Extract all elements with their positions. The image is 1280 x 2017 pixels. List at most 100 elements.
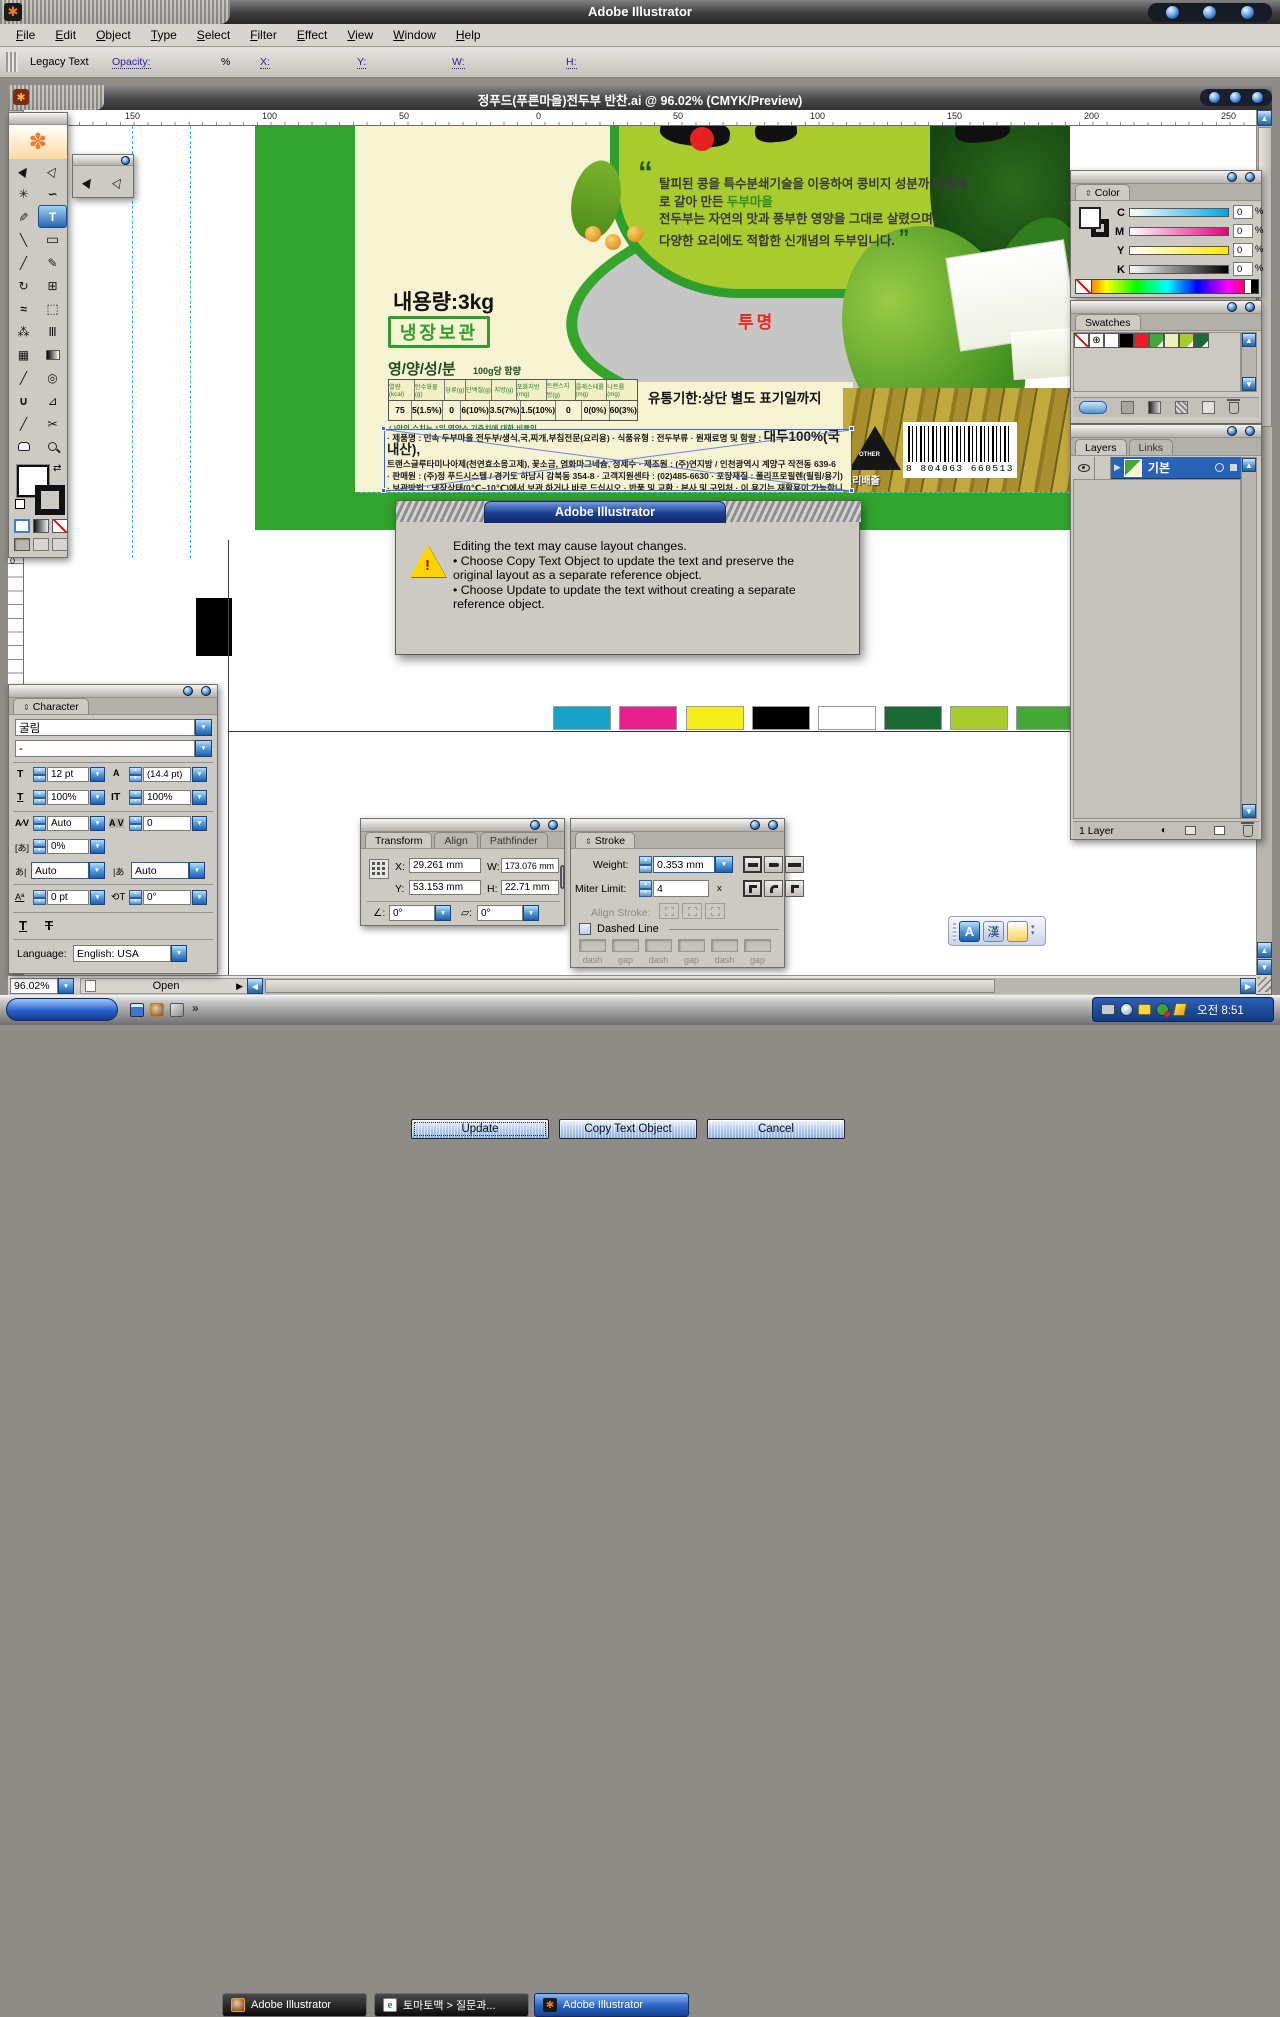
color-chip-yellow[interactable] [686,706,744,730]
proportional-spacing-input[interactable]: 0% [47,839,89,854]
tray-printer-icon[interactable] [1101,1004,1115,1015]
quicklaunch-more-icon[interactable]: » [192,1001,199,1015]
tsume-right-dropdown[interactable] [189,862,205,879]
doc-maximize-button[interactable] [1229,91,1242,104]
paintbrush-tool-icon[interactable] [9,251,38,274]
font-size-input[interactable]: 12 pt [47,767,89,782]
character-rotation-input[interactable]: 0° [143,890,191,905]
horizontal-scale-stepper[interactable] [129,790,142,805]
ime-options-icon[interactable]: ▾▾ [1031,925,1035,937]
fullscreen-menu-button[interactable] [33,538,49,551]
create-sublayer-icon[interactable] [1185,826,1196,835]
magic-wand-tool-icon[interactable] [9,182,38,205]
proportional-spacing-stepper[interactable] [33,839,46,854]
warp-tool-icon[interactable] [9,297,38,320]
show-swatch-kinds-button[interactable] [1079,401,1107,414]
ime-pad-icon[interactable] [1007,921,1028,942]
layer-target-icon[interactable] [1215,463,1224,472]
vertical-scale-stepper[interactable] [33,790,46,805]
miter-join-icon[interactable] [743,880,762,897]
leading-input[interactable]: (14.4 pt) [143,767,191,782]
horizontal-ruler[interactable]: 150 100 50 0 50 100 150 200 250 [24,110,1256,126]
underline-icon[interactable]: T [19,918,27,933]
stroke-weight-input[interactable]: 0.353 mm [653,856,715,873]
swatch-registration[interactable]: ⊕ [1089,333,1104,348]
transform-reference-point[interactable] [369,859,389,879]
butt-cap-icon[interactable] [743,856,762,873]
layers-scrollbar[interactable]: ▲ ▼ [1241,457,1257,819]
tab-character[interactable]: Character [13,698,89,714]
direct-selection-tool-icon[interactable] [38,159,67,182]
character-rotation-dropdown[interactable] [192,890,207,905]
menu-filter[interactable]: Filter [240,24,287,46]
channel-value-y[interactable]: 0 [1233,243,1253,257]
menu-effect[interactable]: Effect [287,24,337,46]
layer-selection-chip[interactable] [1230,464,1237,471]
dash-input[interactable] [711,939,738,952]
transform-h-input[interactable]: 22.71 mm [501,880,559,895]
proportional-spacing-dropdown[interactable] [90,839,105,854]
gap-input[interactable] [612,939,639,952]
tearoff-close-button[interactable] [121,156,130,165]
menu-edit[interactable]: Edit [45,24,86,46]
tearoff-titlebar[interactable] [73,155,133,166]
delete-layer-icon[interactable] [1243,825,1253,837]
leading-dropdown[interactable] [192,767,207,782]
knife-tool-icon[interactable] [9,412,38,435]
update-button[interactable]: Update [411,1119,549,1139]
dash-input[interactable] [645,939,672,952]
character-titlebar[interactable] [9,685,217,698]
dashed-line-checkbox[interactable] [579,923,591,935]
rotate-input[interactable]: 0° [389,905,435,921]
color-fill-proxy[interactable] [1079,207,1101,229]
round-join-icon[interactable] [764,880,783,897]
swatch-black[interactable] [1119,333,1134,348]
scroll-down-icon[interactable]: ▼ [1257,959,1272,975]
layer-name[interactable]: 기본 [1142,459,1215,476]
scroll-down-icon[interactable]: ▼ [1242,377,1256,391]
type-tool-icon[interactable]: T [38,205,67,228]
color-titlebar[interactable] [1071,171,1261,184]
minimize-button[interactable] [1165,5,1180,20]
spectrum-black-swatch[interactable] [1251,280,1258,293]
transform-titlebar[interactable] [361,819,564,832]
dash-input[interactable] [579,939,606,952]
slice-tool-icon[interactable] [38,389,67,412]
swatches-titlebar[interactable] [1071,301,1261,314]
palette-button[interactable] [1227,302,1237,312]
scroll-up-icon[interactable]: ▲ [1242,458,1256,472]
font-size-dropdown[interactable] [90,767,105,782]
eyedropper-tool-icon[interactable] [9,366,38,389]
quicklaunch-app-icon[interactable] [170,1003,184,1017]
horizontal-scale-input[interactable]: 100% [143,790,191,805]
color-chip-black[interactable] [752,706,810,730]
kerning-input[interactable]: Auto [47,816,89,831]
column-graph-tool-icon[interactable] [38,320,67,343]
new-layer-icon[interactable] [1214,826,1225,835]
lasso-tool-icon[interactable] [38,182,67,205]
language-input[interactable]: English: USA [73,945,171,962]
quicklaunch-photo-icon[interactable] [150,1003,164,1017]
pen-tool-icon[interactable] [9,205,38,228]
zoom-dropdown[interactable] [58,978,74,994]
palette-button[interactable] [183,686,193,696]
tracking-input[interactable]: 0 [143,816,191,831]
taskbar-item-illustrator-active[interactable]: ✱ Adobe Illustrator [534,1993,689,2017]
zoom-tool-icon[interactable] [38,435,67,458]
color-chip-dark-green[interactable] [884,706,942,730]
pencil-tool-icon[interactable] [38,251,67,274]
tray-messenger-icon[interactable] [1138,1004,1151,1015]
show-desktop-icon[interactable] [130,1003,144,1017]
palette-button[interactable] [1227,172,1237,182]
palette-button[interactable] [1245,302,1255,312]
selection-tool-icon[interactable] [9,159,38,182]
hand-tool-icon[interactable] [9,435,38,458]
menu-type[interactable]: Type [141,24,187,46]
black-rectangle-object[interactable] [196,598,232,656]
transform-w-input[interactable]: 173.076 mm [501,858,559,873]
standard-screen-button[interactable] [14,538,30,551]
copy-text-object-button[interactable]: Copy Text Object [559,1119,697,1139]
scissors-tool-icon[interactable] [38,412,67,435]
delete-swatch-button[interactable] [1229,402,1239,414]
paint-bucket-tool-icon[interactable] [9,389,38,412]
